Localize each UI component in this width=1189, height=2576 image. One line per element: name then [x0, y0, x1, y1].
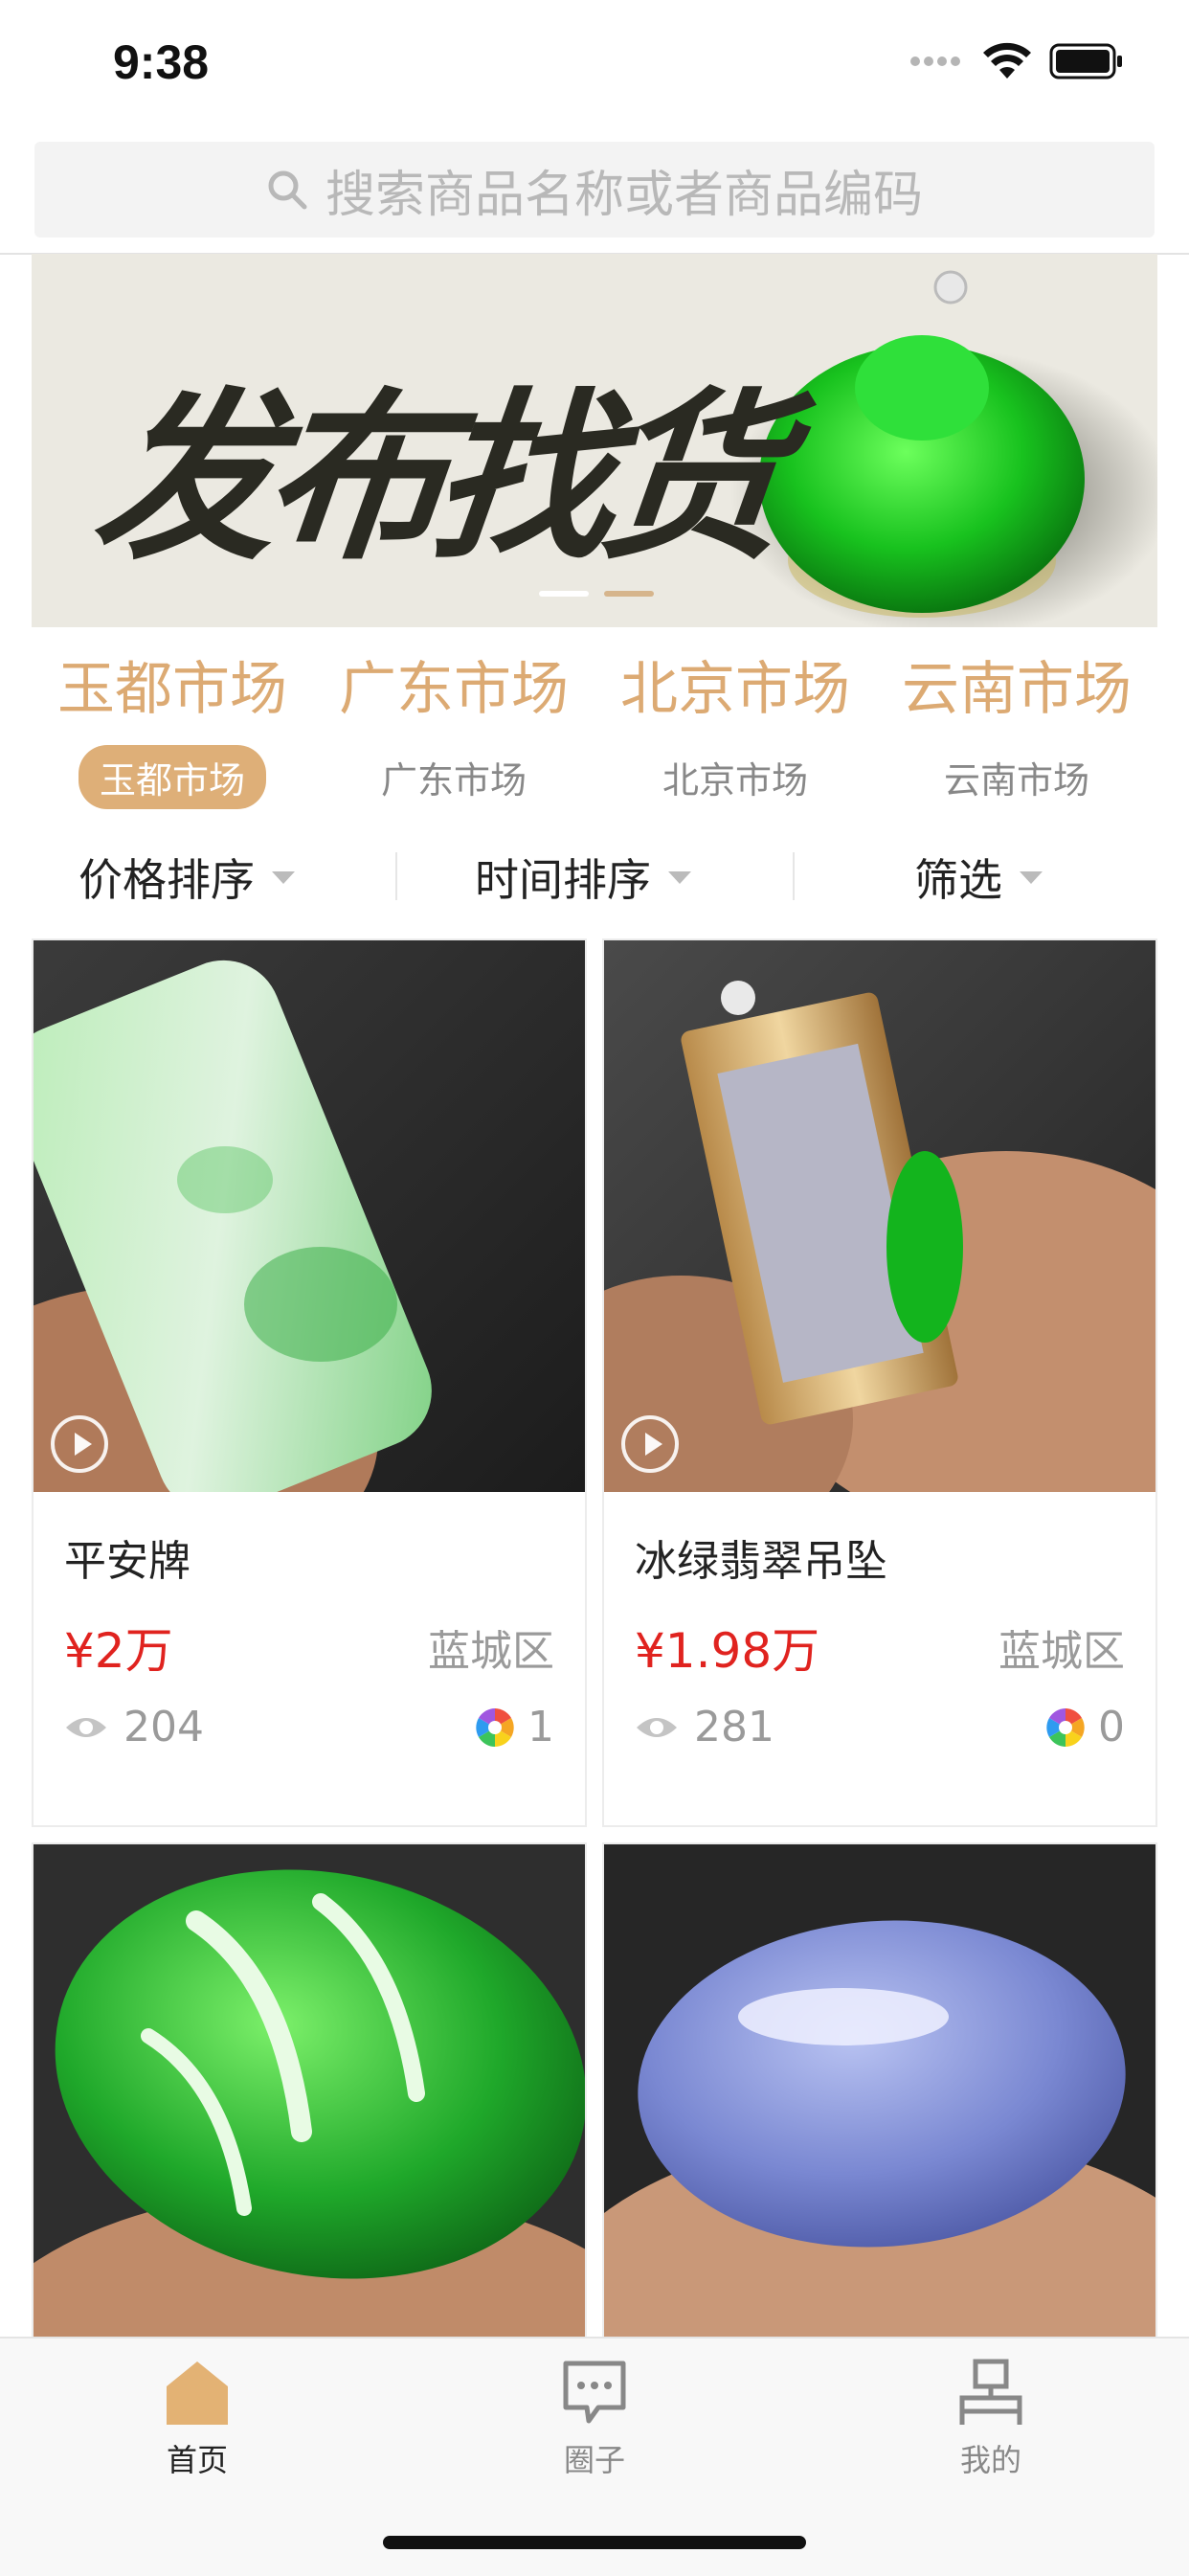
eye-icon	[66, 1717, 106, 1737]
sort-by-time-button[interactable]: 时间排序	[475, 843, 691, 912]
sort-by-price-button[interactable]: 价格排序	[79, 843, 295, 912]
play-video-icon[interactable]	[621, 1415, 679, 1473]
jade-pendant-image	[604, 940, 1155, 1492]
tab-circle-label: 圈子	[563, 2442, 625, 2478]
profile-icon	[959, 2359, 1022, 2425]
caret-down-icon	[1020, 870, 1043, 884]
product-views: 204	[64, 1703, 204, 1751]
signal-icon	[910, 56, 960, 66]
tab-mine[interactable]: 我的	[895, 2358, 1087, 2480]
sort-separator	[793, 852, 795, 900]
product-image[interactable]	[34, 1844, 585, 2342]
sort-price-label: 价格排序	[79, 854, 255, 906]
market-title: 玉都市场	[57, 656, 287, 723]
chat-bubble-icon	[563, 2361, 626, 2424]
tab-home[interactable]: 首页	[101, 2358, 293, 2480]
views-count: 281	[694, 1703, 774, 1751]
market-title: 广东市场	[339, 656, 569, 723]
caret-down-icon	[272, 870, 295, 884]
carousel-dot	[539, 591, 589, 597]
carousel-indicator	[539, 591, 654, 597]
home-indicator[interactable]	[383, 2536, 806, 2549]
product-views: 281	[635, 1703, 774, 1751]
status-icons	[909, 42, 1124, 80]
carousel-dot-active	[604, 591, 654, 597]
product-image[interactable]	[604, 1844, 1155, 2342]
eye-icon	[637, 1717, 677, 1737]
product-image[interactable]	[34, 940, 585, 1492]
product-circle-shares: 0	[1044, 1703, 1125, 1751]
home-icon	[167, 2361, 228, 2425]
market-yudu[interactable]: 玉都市场 玉都市场	[32, 651, 313, 809]
tab-mine-label: 我的	[959, 2442, 1021, 2478]
jade-plaque-image	[34, 940, 585, 1492]
tab-circle[interactable]: 圈子	[499, 2358, 690, 2480]
product-location: 蓝城区	[428, 1627, 554, 1676]
battery-icon	[1049, 43, 1122, 79]
search-placeholder: 搜索商品名称或者商品编码	[325, 166, 923, 224]
color-wheel-icon	[1046, 1707, 1085, 1747]
views-count: 204	[123, 1703, 204, 1751]
market-tab-guangdong[interactable]: 广东市场	[360, 745, 548, 809]
market-tab-yudu[interactable]: 玉都市场	[78, 745, 266, 809]
market-title: 云南市场	[902, 656, 1132, 723]
sort-bar: 价格排序 时间排序 筛选	[0, 843, 1189, 912]
product-price: ¥1.98万	[635, 1623, 820, 1679]
color-wheel-icon	[476, 1707, 514, 1747]
search-input[interactable]: 搜索商品名称或者商品编码	[34, 142, 1155, 237]
product-location: 蓝城区	[998, 1627, 1125, 1676]
tab-home-label: 首页	[166, 2442, 228, 2478]
product-image[interactable]	[604, 940, 1155, 1492]
product-circle-shares: 1	[474, 1703, 554, 1751]
product-card[interactable]: 平安牌 ¥2万 蓝城区 204 1	[32, 938, 587, 1827]
caret-down-icon	[668, 870, 691, 884]
filter-label: 筛选	[914, 854, 1002, 906]
status-bar: 9:38	[0, 0, 1189, 124]
market-tab-beijing[interactable]: 北京市场	[641, 745, 829, 809]
market-title: 北京市场	[620, 656, 850, 723]
filter-button[interactable]: 筛选	[914, 843, 1043, 912]
jade-leaf-image	[34, 1844, 585, 2342]
circle-count: 0	[1098, 1703, 1125, 1751]
sort-separator	[395, 852, 397, 900]
product-price: ¥2万	[64, 1623, 173, 1679]
circle-count: 1	[527, 1703, 554, 1751]
market-beijing[interactable]: 北京市场 北京市场	[594, 651, 876, 809]
product-name: 平安牌	[64, 1537, 191, 1586]
banner-title: 发布找货	[85, 371, 783, 584]
wifi-icon	[983, 42, 1031, 79]
status-time: 9:38	[113, 35, 210, 89]
market-tab-yunnan[interactable]: 云南市场	[923, 745, 1110, 809]
promo-banner[interactable]: 发布找货	[32, 254, 1157, 627]
market-guangdong[interactable]: 广东市场 广东市场	[313, 651, 594, 809]
sort-time-label: 时间排序	[475, 854, 651, 906]
product-name: 冰绿翡翠吊坠	[635, 1537, 887, 1586]
product-card[interactable]: 冰绿翡翠吊坠 ¥1.98万 蓝城区 281 0	[602, 938, 1157, 1827]
product-card[interactable]	[602, 1842, 1157, 2344]
market-selector: 玉都市场 玉都市场 广东市场 广东市场 北京市场 北京市场 云南市场 云南市场	[0, 651, 1189, 824]
product-card[interactable]	[32, 1842, 587, 2344]
play-video-icon[interactable]	[51, 1415, 108, 1473]
search-icon	[268, 170, 307, 210]
market-yunnan[interactable]: 云南市场 云南市场	[876, 651, 1157, 809]
lavender-jade-cabochon-image	[604, 1844, 1155, 2342]
